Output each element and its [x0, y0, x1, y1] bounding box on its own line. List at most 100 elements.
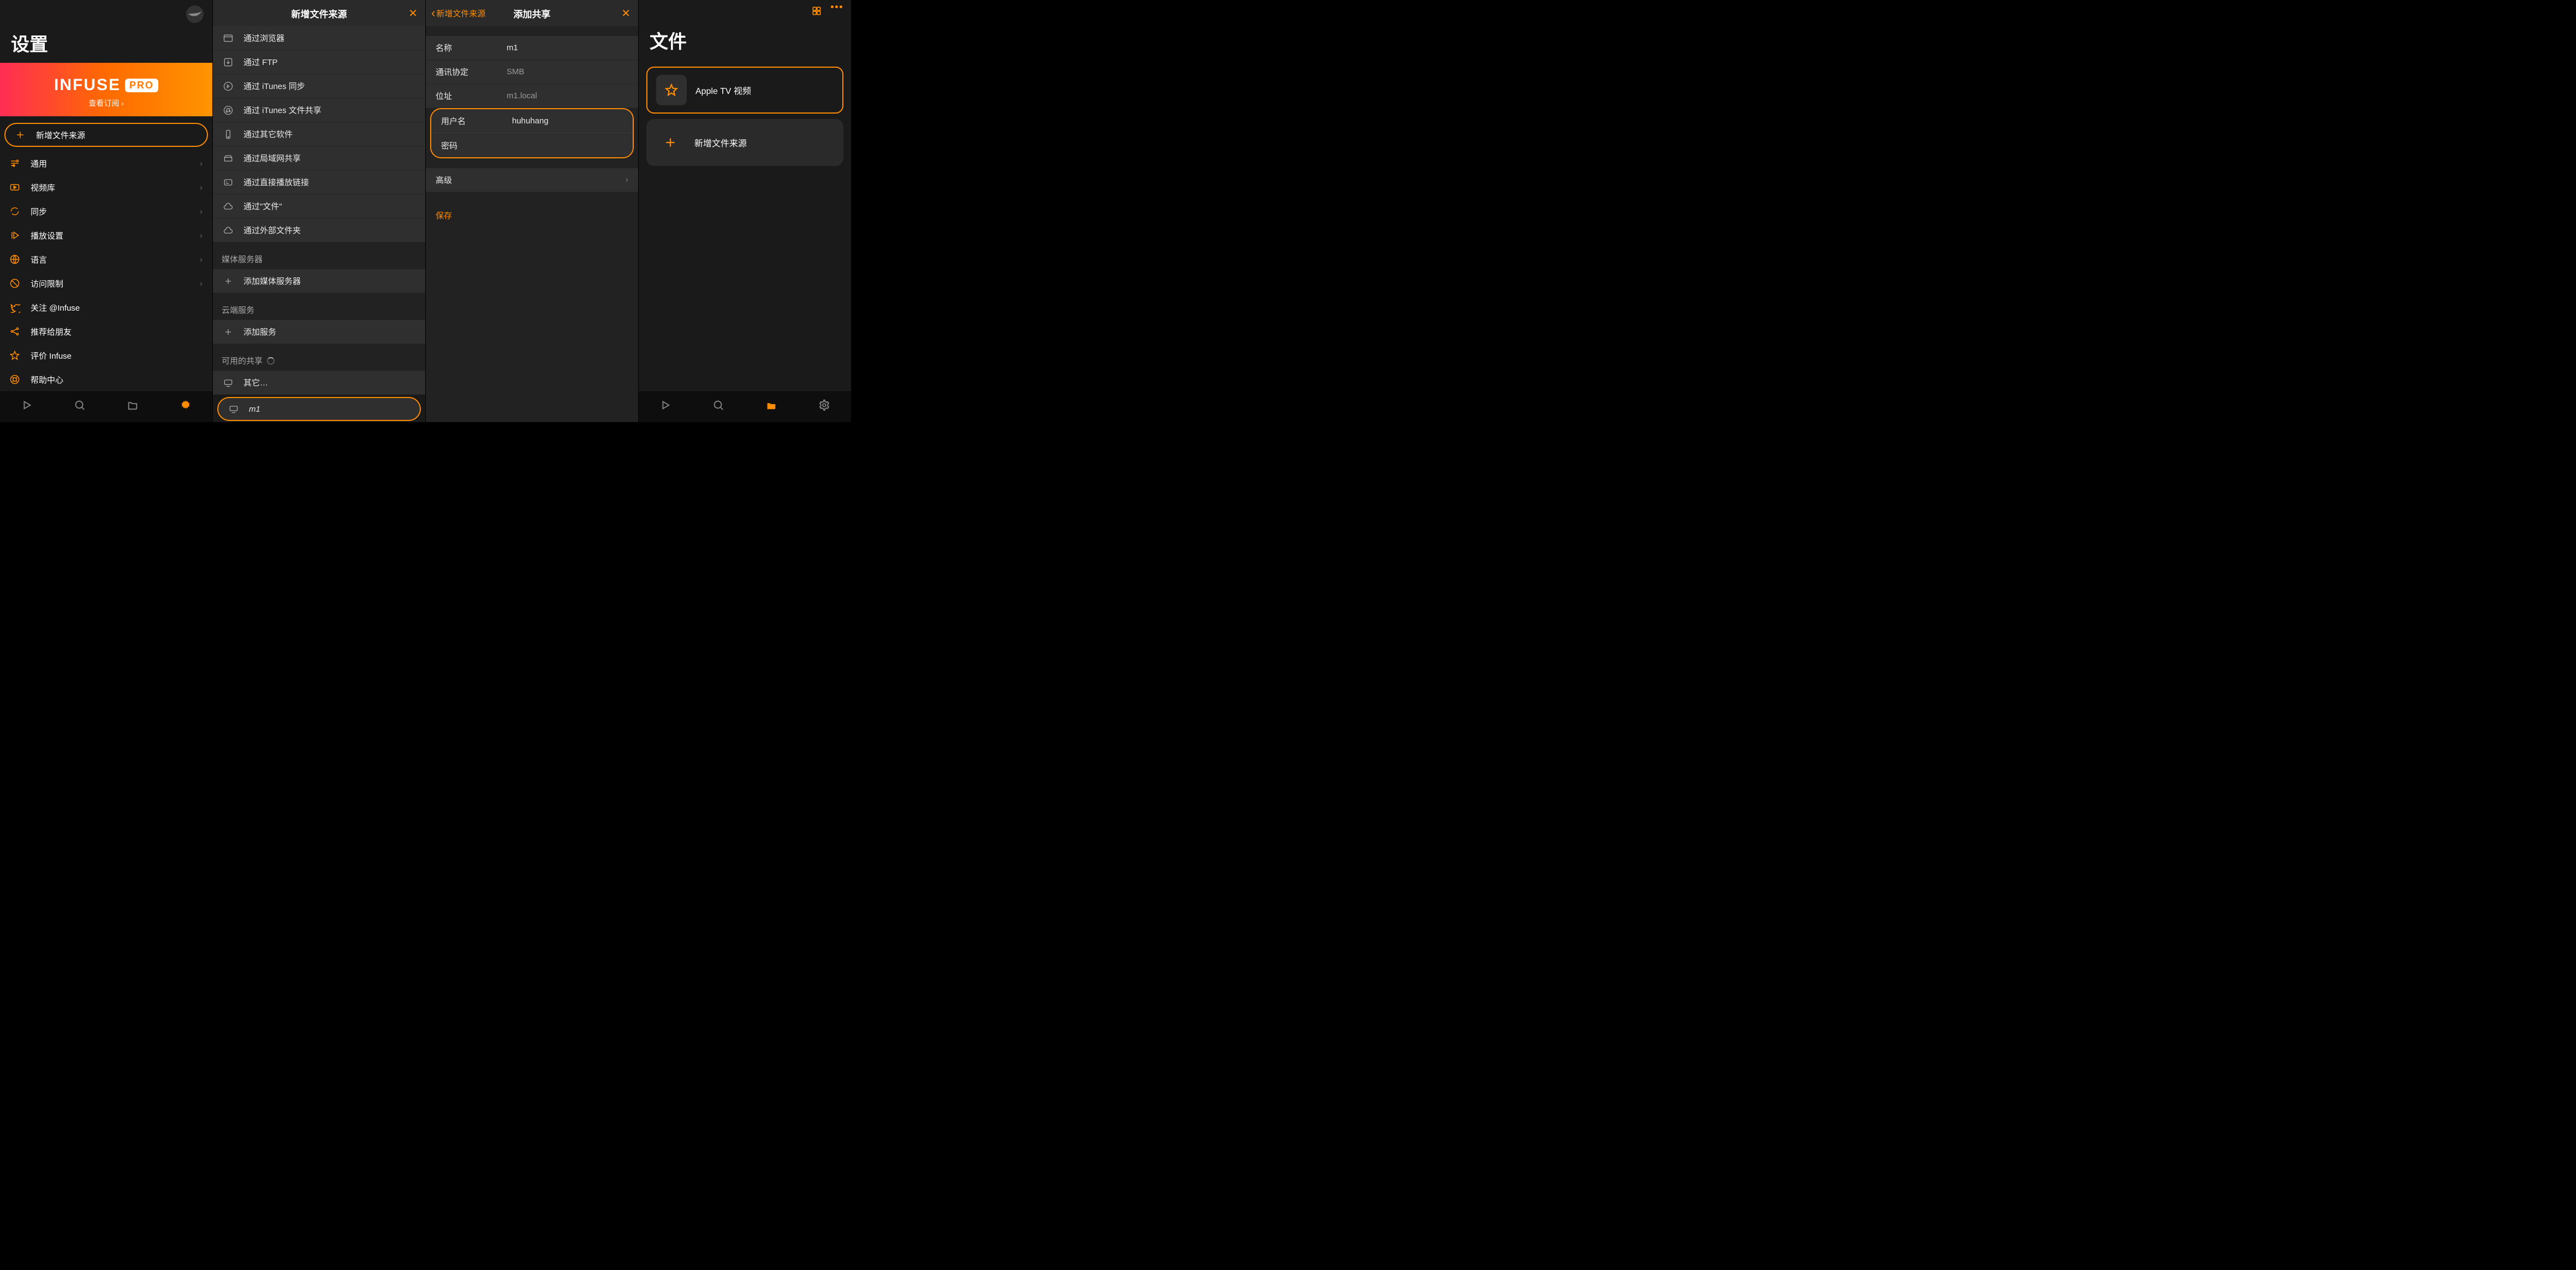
modal-header: ‹ 新增文件来源 添加共享 ✕ [426, 0, 638, 26]
monitor-icon [222, 376, 235, 389]
row-label: 推荐给朋友 [31, 326, 72, 337]
sub-link[interactable]: 查看订阅 › [0, 98, 212, 109]
field-advanced[interactable]: 高级 › [426, 168, 638, 192]
row-label: 播放设置 [31, 230, 63, 241]
tab-search[interactable] [712, 399, 724, 414]
form: 名称 m1 通讯协定 SMB 位址 m1.local 用户名 huhuhang … [426, 26, 638, 422]
tab-play[interactable] [21, 399, 33, 414]
source-list: 通过浏览器 通过 FTP 通过 iTunes 同步 通过 iTunes 文件共享… [213, 26, 425, 422]
add-cloud-service[interactable]: 添加服务 [213, 320, 425, 344]
src-browser[interactable]: 通过浏览器 [213, 26, 425, 50]
help-icon [9, 373, 21, 385]
chevron-right-icon: › [200, 279, 203, 288]
plus-icon [222, 325, 235, 339]
field-protocol[interactable]: 通讯协定 SMB [426, 60, 638, 84]
panel-settings: 设置 INFUSE PRO 查看订阅 › 新增文件来源 通用 › 视频库 › 同… [0, 0, 213, 422]
status-area [0, 0, 212, 27]
src-external-folder[interactable]: 通过外部文件夹 [213, 218, 425, 242]
row-add-source[interactable]: 新增文件来源 [4, 123, 208, 147]
row-label: 通用 [31, 158, 47, 169]
section-media: 媒体服务器 [213, 242, 425, 269]
panel-add-source: 新增文件来源 ✕ 通过浏览器 通过 FTP 通过 iTunes 同步 通过 iT… [213, 0, 426, 422]
page-title: 文件 [639, 25, 851, 63]
share-other[interactable]: 其它… [213, 371, 425, 395]
settings-list: 新增文件来源 通用 › 视频库 › 同步 › 播放设置 › 语言 › [0, 116, 212, 390]
field-name[interactable]: 名称 m1 [426, 36, 638, 60]
panel-files: 文件 Apple TV 视频 新增文件来源 [639, 0, 852, 422]
src-other-app[interactable]: 通过其它软件 [213, 122, 425, 146]
panel-add-share: ‹ 新增文件来源 添加共享 ✕ 名称 m1 通讯协定 SMB 位址 m1.loc… [426, 0, 639, 422]
modal-header: 新增文件来源 ✕ [213, 0, 425, 26]
tile-apple-tv[interactable]: Apple TV 视频 [646, 67, 843, 114]
src-url[interactable]: 通过直接播放链接 [213, 170, 425, 194]
row-follow[interactable]: 关注 @Infuse [0, 295, 212, 319]
more-icon[interactable] [831, 5, 842, 19]
chevron-left-icon: ‹ [431, 6, 435, 20]
row-label: 语言 [31, 254, 47, 265]
row-label: 新增文件来源 [36, 129, 85, 141]
add-media-server[interactable]: 添加媒体服务器 [213, 269, 425, 293]
src-ftp[interactable]: 通过 FTP [213, 50, 425, 74]
chevron-right-icon: › [200, 231, 203, 240]
field-password[interactable]: 密码 [431, 133, 633, 157]
row-library[interactable]: 视频库 › [0, 175, 212, 199]
row-general[interactable]: 通用 › [0, 151, 212, 175]
tab-play[interactable] [659, 399, 671, 414]
row-label: 同步 [31, 206, 47, 217]
playback-icon [9, 229, 21, 241]
src-files-app[interactable]: 通过"文件" [213, 194, 425, 218]
star-icon [9, 349, 21, 361]
close-icon[interactable]: ✕ [621, 7, 630, 20]
row-playback[interactable]: 播放设置 › [0, 223, 212, 247]
tab-bar [0, 390, 212, 422]
tab-settings[interactable] [180, 399, 192, 414]
star-icon [656, 75, 687, 105]
video-library-icon [9, 181, 21, 193]
tile-add-source[interactable]: 新增文件来源 [646, 119, 843, 166]
modal-title: 添加共享 [514, 7, 551, 20]
tab-files[interactable] [765, 399, 777, 414]
chevron-right-icon: › [200, 207, 203, 216]
row-label: 评价 Infuse [31, 350, 72, 361]
share-m1[interactable]: m1 [217, 397, 421, 421]
plus-icon [222, 275, 235, 288]
chevron-right-icon: › [200, 255, 203, 264]
src-lan[interactable]: 通过局域网共享 [213, 146, 425, 170]
close-icon[interactable]: ✕ [408, 7, 418, 20]
row-help[interactable]: 帮助中心 [0, 367, 212, 390]
toolbar [639, 0, 851, 25]
page-title: 设置 [0, 27, 212, 63]
row-label: 视频库 [31, 182, 55, 193]
row-sync[interactable]: 同步 › [0, 199, 212, 223]
pro-banner[interactable]: INFUSE PRO 查看订阅 › [0, 63, 212, 116]
field-username[interactable]: 用户名 huhuhang [431, 109, 633, 133]
globe-icon [9, 253, 21, 265]
row-language[interactable]: 语言 › [0, 247, 212, 271]
field-address[interactable]: 位址 m1.local [426, 84, 638, 108]
tab-files[interactable] [127, 399, 139, 414]
grid-icon[interactable] [811, 5, 822, 19]
url-icon [222, 176, 235, 189]
sync-icon [9, 205, 21, 217]
brand-text: INFUSE [54, 76, 121, 94]
tab-search[interactable] [74, 399, 86, 414]
lan-icon [222, 152, 235, 165]
row-restrictions[interactable]: 访问限制 › [0, 271, 212, 295]
save-button[interactable]: 保存 [426, 202, 638, 229]
back-button[interactable]: ‹ 新增文件来源 [431, 6, 485, 20]
row-share[interactable]: 推荐给朋友 [0, 319, 212, 343]
download-icon [222, 56, 235, 69]
row-rate[interactable]: 评价 Infuse [0, 343, 212, 367]
block-icon [9, 277, 21, 289]
tab-bar [639, 390, 851, 422]
plus-icon [14, 129, 26, 141]
tab-settings[interactable] [818, 399, 830, 414]
src-itunes-sync[interactable]: 通过 iTunes 同步 [213, 74, 425, 98]
src-itunes-share[interactable]: 通过 iTunes 文件共享 [213, 98, 425, 122]
cloud-icon [222, 200, 235, 213]
monitor-icon [227, 402, 240, 416]
row-label: 关注 @Infuse [31, 302, 80, 313]
spinner-icon [267, 357, 275, 365]
music-share-icon [222, 104, 235, 117]
row-label: 访问限制 [31, 278, 63, 289]
